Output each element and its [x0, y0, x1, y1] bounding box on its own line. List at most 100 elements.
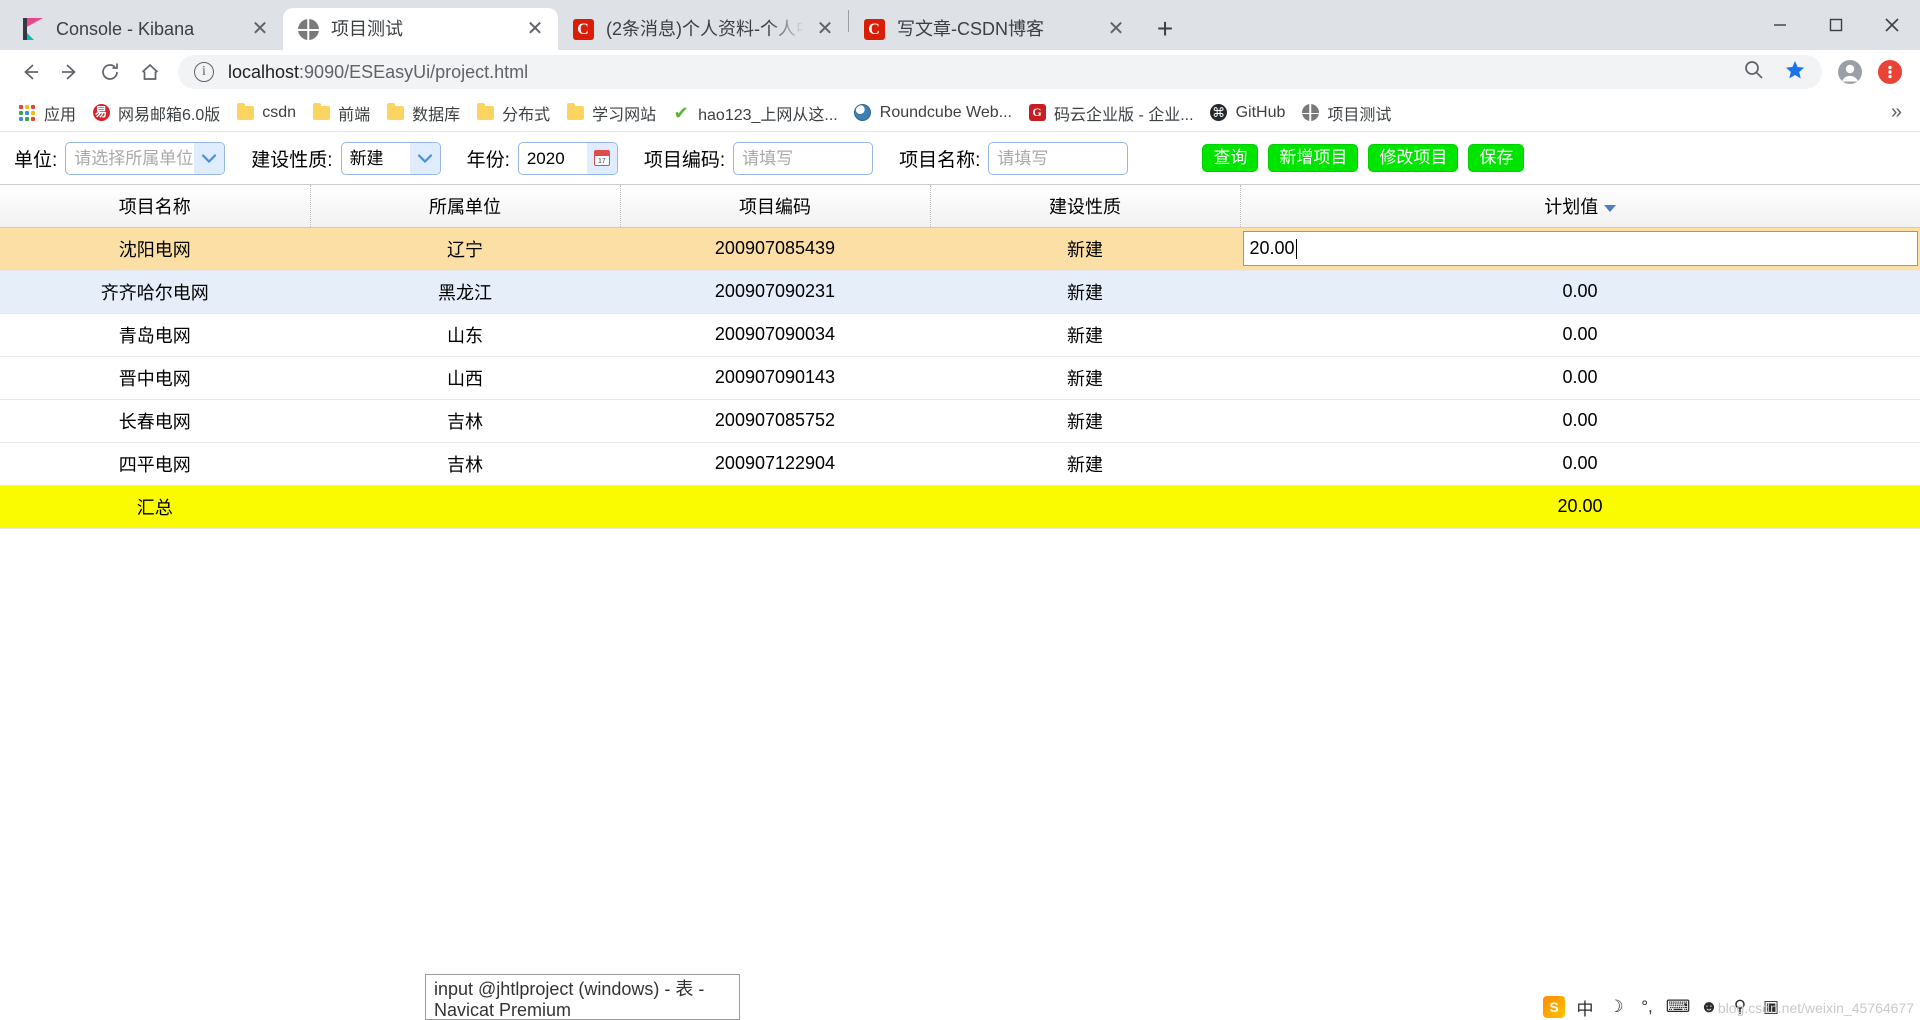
bookmark-netease-mail[interactable]: 易 网易邮箱6.0版 [84, 98, 228, 128]
cell-nature[interactable]: 新建 [930, 227, 1240, 271]
forward-icon[interactable] [50, 52, 90, 92]
cell-plan-value[interactable]: 0.00 [1240, 399, 1920, 443]
cell-unit[interactable]: 吉林 [310, 442, 620, 486]
bookmark-distributed-folder[interactable]: 分布式 [468, 98, 558, 128]
new-tab-button[interactable]: + [1147, 11, 1183, 47]
cell-nature[interactable]: 新建 [930, 270, 1240, 314]
bookmarks-overflow-icon[interactable]: » [1883, 101, 1910, 124]
ime-moon-icon[interactable]: ☽ [1605, 996, 1627, 1018]
site-info-icon[interactable]: i [194, 62, 214, 82]
bookmark-label: csdn [262, 103, 297, 121]
back-icon[interactable] [10, 52, 50, 92]
cell-project-name[interactable]: 四平电网 [0, 442, 310, 486]
cell-project-name[interactable]: 长春电网 [0, 399, 310, 443]
reload-icon[interactable] [90, 52, 130, 92]
cell-unit[interactable]: 辽宁 [310, 227, 620, 271]
cell-unit[interactable]: 山东 [310, 313, 620, 357]
cell-unit[interactable]: 吉林 [310, 399, 620, 443]
browser-tab-csdn-write[interactable]: C 写文章-CSDN博客 ✕ [849, 8, 1139, 50]
minimize-button[interactable] [1752, 0, 1808, 50]
table-row[interactable]: 长春电网 吉林 200907085752 新建 0.00 [0, 399, 1920, 443]
chevron-down-icon[interactable] [409, 142, 440, 174]
browser-menu-icon[interactable] [1870, 52, 1910, 92]
chevron-down-icon[interactable] [194, 142, 225, 174]
browser-tab-kibana[interactable]: Console - Kibana ✕ [8, 8, 283, 50]
edit-project-button[interactable]: 修改项目 [1368, 144, 1459, 172]
cell-plan-value[interactable]: 0.00 [1240, 356, 1920, 400]
bookmark-github[interactable]: ⌘ GitHub [1202, 98, 1294, 128]
cell-nature[interactable]: 新建 [930, 356, 1240, 400]
plan-value-input[interactable]: 20.00 [1242, 231, 1918, 266]
browser-tab-project-test[interactable]: 项目测试 ✕ [283, 8, 558, 50]
cell-nature[interactable]: 新建 [930, 313, 1240, 357]
cell-plan-value[interactable]: 0.00 [1240, 270, 1920, 314]
cell-project-name[interactable]: 晋中电网 [0, 356, 310, 400]
project-name-input[interactable]: 请填写 [988, 141, 1129, 175]
bookmark-label: 学习网站 [592, 106, 657, 124]
cell-project-code[interactable]: 200907085752 [620, 399, 930, 443]
table-row[interactable]: 四平电网 吉林 200907122904 新建 0.00 [0, 442, 1920, 486]
table-row[interactable]: 晋中电网 山西 200907090143 新建 0.00 [0, 356, 1920, 400]
bookmark-database-folder[interactable]: 数据库 [378, 98, 468, 128]
bookmark-study-sites-folder[interactable]: 学习网站 [558, 98, 664, 128]
bookmark-frontend-folder[interactable]: 前端 [304, 98, 378, 128]
tab-title: 项目测试 [331, 19, 403, 39]
address-bar[interactable]: i localhost:9090/ESEasyUi/project.html [178, 55, 1822, 89]
bookmark-roundcube[interactable]: Roundcube Web... [846, 98, 1020, 128]
bookmark-apps[interactable]: 应用 [10, 98, 84, 128]
cell-unit[interactable]: 山西 [310, 356, 620, 400]
query-button[interactable]: 查询 [1202, 144, 1259, 172]
year-input[interactable]: 2020 [517, 141, 618, 175]
browser-tab-csdn-profile[interactable]: C (2条消息)个人资料-个人中心-CSDN博客 ✕ [558, 8, 848, 50]
add-project-button[interactable]: 新增项目 [1268, 144, 1359, 172]
table-row[interactable]: 青岛电网 山东 200907090034 新建 0.00 [0, 313, 1920, 357]
tab-close-icon[interactable]: ✕ [812, 16, 838, 42]
bookmark-csdn-folder[interactable]: csdn [228, 98, 304, 128]
column-header-project-name[interactable]: 项目名称 [0, 185, 311, 228]
bookmark-project-test[interactable]: 项目测试 [1293, 98, 1399, 128]
search-icon[interactable] [1743, 59, 1764, 85]
ime-keyboard-icon[interactable]: ⌨ [1666, 996, 1691, 1018]
column-header-plan-value[interactable]: 计划值 [1240, 185, 1920, 228]
cell-project-name[interactable]: 青岛电网 [0, 313, 310, 357]
cell-unit[interactable]: 黑龙江 [310, 270, 620, 314]
sogou-ime-icon[interactable]: S [1543, 996, 1565, 1018]
tab-close-icon[interactable]: ✕ [247, 16, 273, 42]
chevron-down-icon[interactable] [1604, 204, 1617, 212]
cell-project-code[interactable]: 200907090231 [620, 270, 930, 314]
save-button[interactable]: 保存 [1468, 144, 1525, 172]
cell-plan-value[interactable]: 0.00 [1240, 313, 1920, 357]
cell-plan-value-editor[interactable]: 20.00 [1240, 227, 1920, 271]
table-row[interactable]: 沈阳电网 辽宁 200907085439 新建 20.00 [0, 227, 1920, 271]
cell-project-name[interactable]: 沈阳电网 [0, 227, 310, 271]
unit-select[interactable]: 请选择所属单位 [65, 141, 226, 175]
cell-project-code[interactable]: 200907090034 [620, 313, 930, 357]
column-header-unit[interactable]: 所属单位 [310, 185, 621, 228]
column-header-project-code[interactable]: 项目编码 [620, 185, 931, 228]
bookmark-hao123[interactable]: ✔ hao123_上网从这... [664, 98, 846, 128]
taskbar-window-preview[interactable]: input @jhtlproject (windows) - 表 - Navic… [425, 974, 740, 1020]
bookmark-gitee[interactable]: G 码云企业版 - 企业... [1020, 98, 1202, 128]
ime-user-icon[interactable]: ☻ [1698, 996, 1720, 1018]
home-icon[interactable] [130, 52, 170, 92]
cell-project-code[interactable]: 200907085439 [620, 227, 930, 271]
ime-chinese-icon[interactable]: 中 [1574, 996, 1596, 1019]
project-code-input[interactable]: 请填写 [733, 141, 874, 175]
cell-plan-value[interactable]: 0.00 [1240, 442, 1920, 486]
tab-close-icon[interactable]: ✕ [1103, 16, 1129, 42]
cell-nature[interactable]: 新建 [930, 399, 1240, 443]
nature-select[interactable]: 新建 [340, 141, 441, 175]
ime-punctuation-icon[interactable]: °, [1636, 996, 1658, 1018]
cell-project-code[interactable]: 200907090143 [620, 356, 930, 400]
tab-close-icon[interactable]: ✕ [522, 16, 548, 42]
table-row[interactable]: 齐齐哈尔电网 黑龙江 200907090231 新建 0.00 [0, 270, 1920, 314]
maximize-button[interactable] [1808, 0, 1864, 50]
column-header-nature[interactable]: 建设性质 [930, 185, 1241, 228]
close-window-button[interactable] [1864, 0, 1920, 50]
cell-project-code[interactable]: 200907122904 [620, 442, 930, 486]
bookmark-star-icon[interactable] [1784, 59, 1806, 86]
calendar-icon[interactable] [586, 142, 617, 174]
profile-avatar-icon[interactable] [1830, 52, 1870, 92]
cell-nature[interactable]: 新建 [930, 442, 1240, 486]
cell-project-name[interactable]: 齐齐哈尔电网 [0, 270, 310, 314]
